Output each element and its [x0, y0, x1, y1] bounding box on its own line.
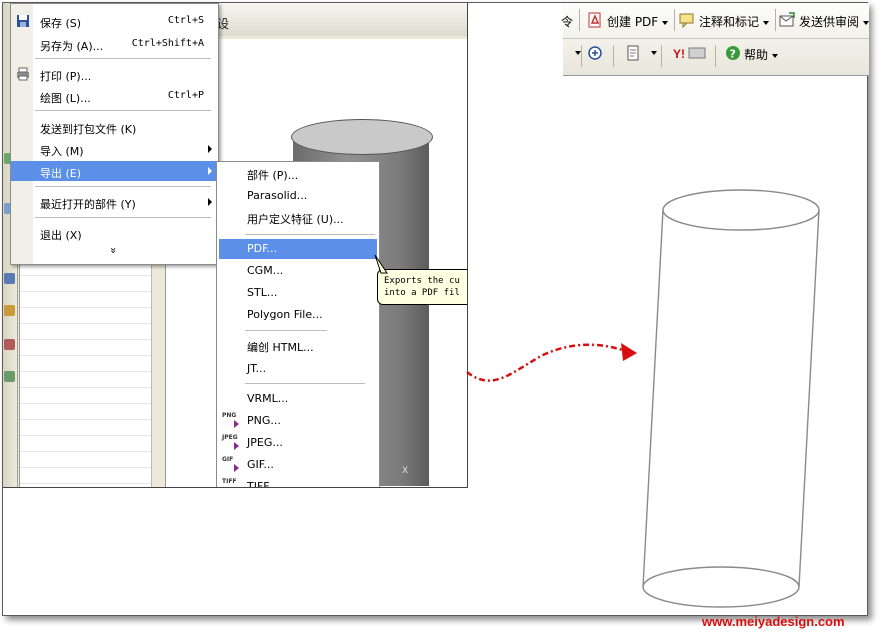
screenshot-frame: 设 X 保存 (S) Ctrl+S 另存为 (A)... Ctrl+Shift+…	[2, 2, 870, 616]
wireframe-bottom-ellipse	[642, 566, 800, 608]
wireframe-cylinder	[642, 189, 820, 608]
annotation-layer	[466, 189, 820, 608]
red-arrow-curve	[466, 343, 626, 382]
red-arrow-head	[621, 343, 637, 361]
wireframe-left-edge	[642, 209, 664, 588]
wireframe-right-edge	[798, 209, 820, 588]
watermark-text: www.meiyadesign.com	[702, 614, 845, 629]
wireframe-top-ellipse	[662, 189, 820, 231]
